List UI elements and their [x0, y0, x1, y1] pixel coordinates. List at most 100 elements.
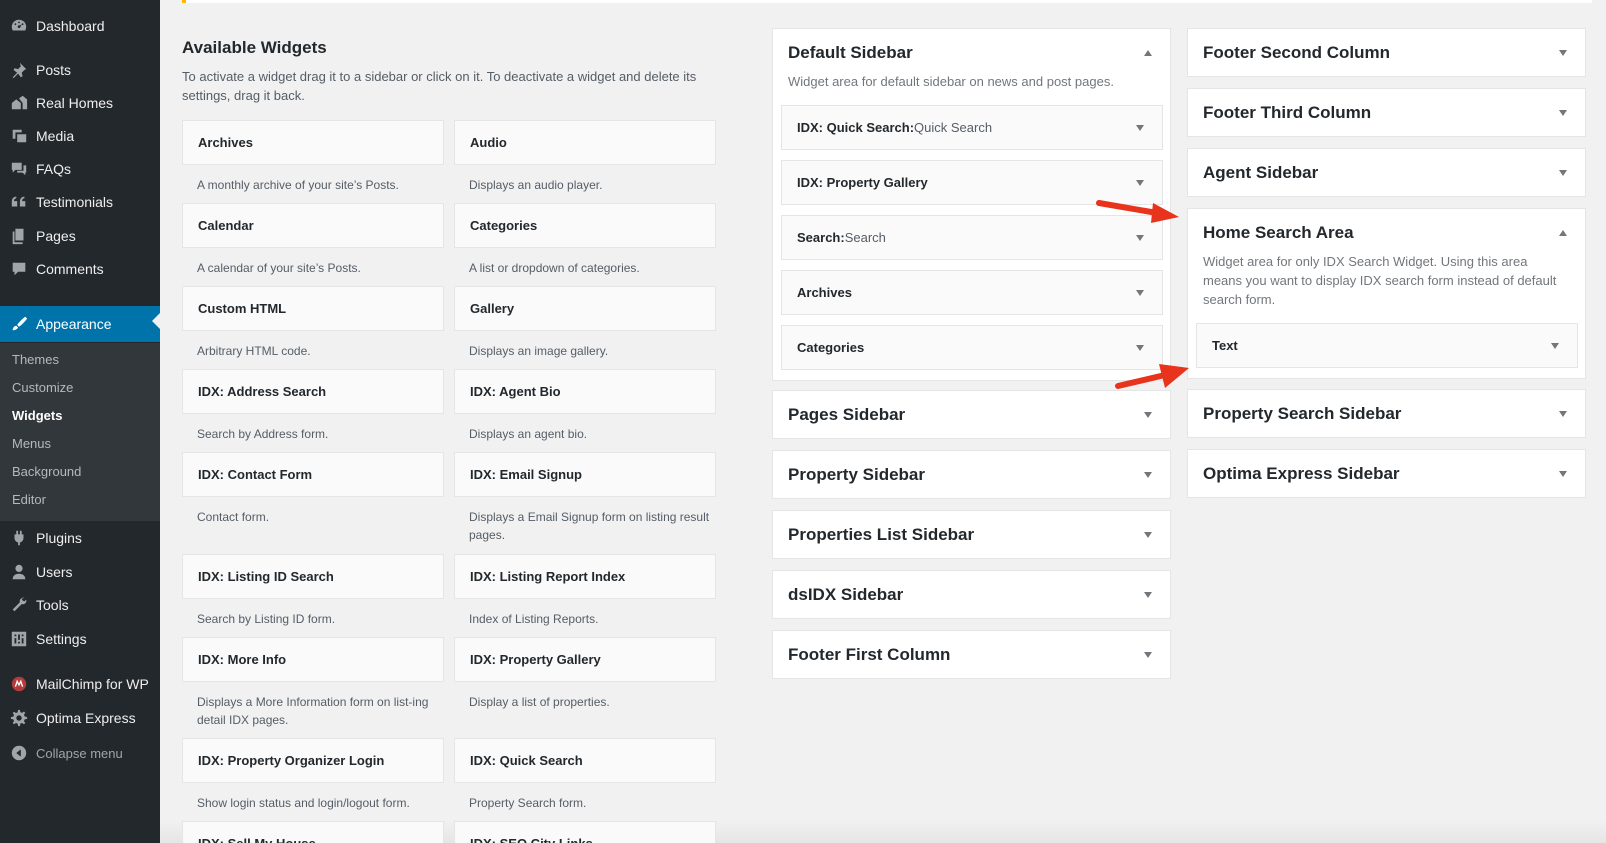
expand-toggle[interactable] [1144, 451, 1152, 499]
submenu-menus[interactable]: Menus [12, 436, 51, 451]
menu-plugins[interactable]: Plugins [0, 523, 160, 553]
collapse-toggle[interactable] [1559, 209, 1567, 257]
expand-toggle[interactable] [1559, 149, 1567, 197]
sidebar-area-home-search[interactable]: Home Search Area Widget area for only ID… [1187, 208, 1586, 379]
menu-pages[interactable]: Pages [0, 221, 160, 251]
available-widget[interactable]: IDX: Property Gallery [454, 637, 716, 682]
notice-strip [182, 0, 1592, 3]
menu-posts[interactable]: Posts [0, 55, 160, 85]
submenu-widgets[interactable]: Widgets [12, 408, 62, 423]
menu-dashboard[interactable]: Dashboard [0, 11, 160, 41]
widget-name: IDX: Email Signup [470, 467, 582, 482]
available-widget[interactable]: IDX: Contact Form [182, 452, 444, 497]
widget-description: A calendar of your site’s Posts. [197, 261, 361, 275]
expand-toggle[interactable] [1144, 571, 1152, 619]
available-widget[interactable]: IDX: SEO City Links [454, 821, 716, 843]
expand-toggle[interactable] [1144, 511, 1152, 559]
chevron-down-icon [1144, 592, 1152, 598]
sidebar-area-title: Default Sidebar [788, 43, 913, 62]
menu-testimonials[interactable]: Testimonials [0, 187, 160, 217]
sidebar-area-dsidx[interactable]: dsIDX Sidebar [772, 570, 1171, 619]
sidebar-area-title: Footer First Column [788, 645, 951, 664]
menu-real-homes[interactable]: Real Homes [0, 88, 160, 118]
available-widget[interactable]: IDX: Email Signup [454, 452, 716, 497]
submenu-editor[interactable]: Editor [12, 492, 46, 507]
available-widget[interactable]: Gallery [454, 286, 716, 331]
menu-users[interactable]: Users [0, 557, 160, 587]
expand-toggle[interactable] [1559, 450, 1567, 498]
available-widget[interactable]: IDX: Listing Report Index [454, 554, 716, 599]
menu-label: Settings [36, 631, 87, 647]
available-widget[interactable]: IDX: Property Organizer Login [182, 738, 444, 783]
appearance-icon [9, 314, 29, 334]
available-widget[interactable]: IDX: Agent Bio [454, 369, 716, 414]
available-widget[interactable]: IDX: Quick Search [454, 738, 716, 783]
sidebar-widget-categories[interactable]: Categories [781, 325, 1163, 370]
widget-name: IDX: Sell My House [198, 836, 316, 843]
available-widget[interactable]: Categories [454, 203, 716, 248]
available-widget[interactable]: IDX: Listing ID Search [182, 554, 444, 599]
collapse-toggle[interactable] [1144, 29, 1152, 77]
expand-toggle[interactable] [1559, 29, 1567, 77]
sidebar-area-footer-third[interactable]: Footer Third Column [1187, 88, 1586, 137]
expand-toggle[interactable] [1136, 271, 1144, 314]
widget-description: Arbitrary HTML code. [197, 344, 311, 358]
menu-faqs[interactable]: FAQs [0, 154, 160, 184]
menu-label: Real Homes [36, 95, 114, 111]
widget-name: IDX: Property Organizer Login [198, 753, 385, 768]
widget-name: IDX: SEO City Links [470, 836, 593, 843]
collapse-menu-button[interactable]: Collapse menu [0, 738, 160, 768]
menu-optima-express[interactable]: Optima Express [0, 703, 160, 733]
available-widget[interactable]: Custom HTML [182, 286, 444, 331]
expand-toggle[interactable] [1144, 631, 1152, 679]
available-widget[interactable]: IDX: More Info [182, 637, 444, 682]
available-widget[interactable]: Calendar [182, 203, 444, 248]
sidebar-widget-text[interactable]: Text [1196, 323, 1578, 368]
menu-settings[interactable]: Settings [0, 624, 160, 654]
available-widget[interactable]: Audio [454, 120, 716, 165]
widget-name: Calendar [198, 218, 254, 233]
menu-label: Media [36, 128, 75, 144]
widget-description: Index of Listing Reports. [469, 612, 599, 626]
available-widget[interactable]: IDX: Address Search [182, 369, 444, 414]
submenu-background[interactable]: Background [12, 464, 81, 479]
available-widget[interactable]: Archives [182, 120, 444, 165]
expand-toggle[interactable] [1551, 324, 1559, 367]
sidebar-area-footer-first[interactable]: Footer First Column [772, 630, 1171, 679]
chevron-down-icon [1136, 124, 1144, 131]
expand-toggle[interactable] [1136, 106, 1144, 149]
sidebar-area-agent[interactable]: Agent Sidebar [1187, 148, 1586, 197]
widget-name: Archives [797, 285, 852, 300]
submenu-customize[interactable]: Customize [12, 380, 73, 395]
sidebar-area-title: Footer Second Column [1203, 43, 1390, 62]
sidebar-area-footer-second[interactable]: Footer Second Column [1187, 28, 1586, 77]
sidebar-area-title: Property Search Sidebar [1203, 404, 1402, 423]
widget-name: Text [1212, 338, 1238, 353]
menu-label: Testimonials [36, 194, 114, 210]
sidebar-widget-quick-search[interactable]: IDX: Quick Search: Quick Search [781, 105, 1163, 150]
sidebar-area-optima-express[interactable]: Optima Express Sidebar [1187, 449, 1586, 498]
sidebar-area-pages[interactable]: Pages Sidebar [772, 390, 1171, 439]
menu-appearance[interactable]: Appearance [0, 306, 160, 342]
chevron-up-icon [1559, 230, 1567, 236]
widget-name: Audio [470, 135, 507, 150]
menu-label: Optima Express [36, 710, 136, 726]
submenu-themes[interactable]: Themes [12, 352, 59, 367]
expand-toggle[interactable] [1144, 391, 1152, 439]
menu-tools[interactable]: Tools [0, 590, 160, 620]
widget-name: IDX: Listing Report Index [470, 569, 626, 584]
menu-media[interactable]: Media [0, 121, 160, 151]
menu-mailchimp[interactable]: MailChimp for WP [0, 669, 160, 699]
chevron-down-icon [1144, 652, 1152, 658]
chevron-down-icon [1559, 170, 1567, 176]
available-widget[interactable]: IDX: Sell My House [182, 821, 444, 843]
expand-toggle[interactable] [1559, 390, 1567, 438]
plugins-icon [9, 528, 29, 548]
sidebar-widget-archives[interactable]: Archives [781, 270, 1163, 315]
sidebar-area-property[interactable]: Property Sidebar [772, 450, 1171, 499]
expand-toggle[interactable] [1559, 89, 1567, 137]
sidebar-area-properties-list[interactable]: Properties List Sidebar [772, 510, 1171, 559]
widget-name: Categories [470, 218, 538, 233]
sidebar-area-property-search[interactable]: Property Search Sidebar [1187, 389, 1586, 438]
menu-comments[interactable]: Comments [0, 254, 160, 284]
